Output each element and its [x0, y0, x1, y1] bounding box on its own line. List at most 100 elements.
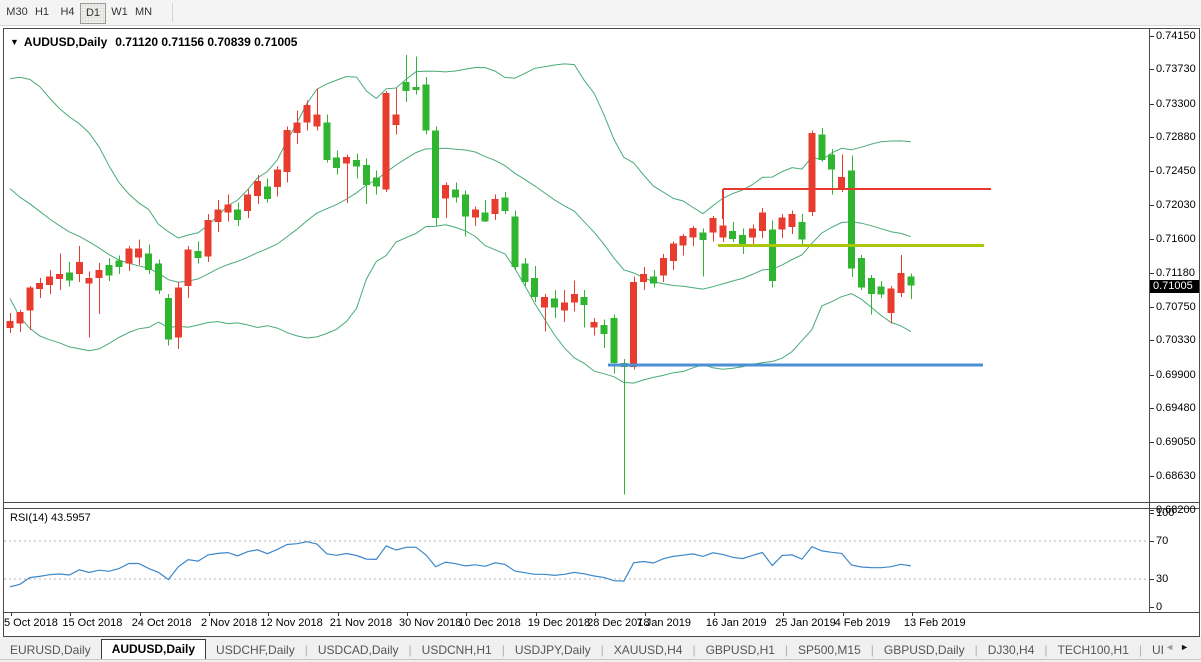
candle-body [135, 249, 142, 258]
candle-body [333, 158, 340, 168]
candle-body [214, 210, 221, 223]
tab-gbpusd-daily[interactable]: GBPUSD,Daily [874, 641, 975, 659]
price-axis-label: 0.73300 [1156, 98, 1196, 110]
candle-body [125, 249, 132, 264]
date-axis-tick [407, 613, 408, 616]
price-axis-label: 0.69480 [1156, 402, 1196, 414]
timeframe-button-w1[interactable]: W1 [110, 3, 129, 22]
candle-body [393, 115, 400, 125]
candle-body [907, 276, 914, 285]
rsi-name: RSI(14) [10, 512, 48, 524]
date-axis-tick [645, 613, 646, 616]
candle-body [640, 274, 647, 282]
candle-body [898, 273, 905, 293]
candle-body [610, 318, 617, 363]
candle-body [680, 236, 687, 246]
price-axis-label: 0.68630 [1156, 470, 1196, 482]
candle-body [818, 135, 825, 161]
candle-body [254, 181, 261, 196]
candle-body [482, 213, 489, 222]
tab-sp500-m15[interactable]: SP500,M15 [788, 641, 871, 659]
price-axis-tick [1150, 137, 1154, 138]
price-axis-tick [1150, 69, 1154, 70]
candle-body [650, 276, 657, 283]
candle-body [412, 87, 419, 90]
candle-body [799, 222, 806, 240]
tabs-scroll-left-icon[interactable]: ◄ [1165, 642, 1180, 652]
candle-body [46, 276, 53, 285]
candle-body [373, 178, 380, 187]
main-chart-canvas[interactable] [4, 29, 1148, 502]
date-axis-tick [536, 613, 537, 616]
price-axis-tick [1150, 375, 1154, 376]
rsi-canvas[interactable] [4, 508, 1148, 612]
rsi-axis-label: 70 [1156, 535, 1168, 547]
candle-body [66, 272, 73, 280]
timeframe-button-h4[interactable]: H4 [58, 3, 77, 22]
tab-audusd-daily[interactable]: AUDUSD,Daily [101, 639, 206, 659]
candle-body [56, 274, 63, 279]
candle-body [442, 185, 449, 199]
date-axis-tick [912, 613, 913, 616]
tab-xauusd-h4[interactable]: XAUUSD,H4 [604, 641, 693, 659]
tab-dj30-h4[interactable]: DJ30,H4 [978, 641, 1045, 659]
candle-body [789, 214, 796, 227]
candle-body [759, 213, 766, 231]
tab-tech100-h1[interactable]: TECH100,H1 [1048, 641, 1139, 659]
candle-body [660, 258, 667, 276]
candle-body [521, 264, 528, 282]
price-axis-label: 0.71180 [1156, 267, 1195, 279]
candle-body [422, 84, 429, 130]
date-axis-tick [466, 613, 467, 616]
candle-body [383, 93, 390, 189]
tab-gbpusd-h1[interactable]: GBPUSD,H1 [696, 641, 785, 659]
candle-body [878, 287, 885, 295]
candle-body [244, 194, 251, 211]
tab-scroll-buttons: ◄► [1165, 642, 1195, 652]
date-axis-tick [11, 613, 12, 616]
date-axis-label: 25 Jan 2019 [775, 617, 836, 629]
chart-title: ▼AUDUSD,Daily0.71120 0.71156 0.70839 0.7… [10, 35, 297, 49]
rsi-axis-tick [1150, 541, 1154, 542]
candle-body [115, 260, 122, 266]
pane-splitter-top[interactable] [4, 502, 1199, 503]
timeframe-button-mn[interactable]: MN [133, 3, 154, 22]
tab-usdchf-daily[interactable]: USDCHF,Daily [206, 641, 305, 659]
tab-usdjpy-daily[interactable]: USDJPY,Daily [505, 641, 601, 659]
rsi-indicator-label: RSI(14) 43.5957 [10, 512, 91, 524]
timeframe-button-m30[interactable]: M30 [5, 3, 29, 22]
timeframe-button-h1[interactable]: H1 [33, 3, 51, 22]
price-axis-label: 0.74150 [1156, 30, 1196, 42]
candle-body [26, 288, 33, 311]
tab-usdcnh-h1[interactable]: USDCNH,H1 [412, 641, 502, 659]
price-axis-tick [1150, 307, 1154, 308]
price-axis-label: 0.69900 [1156, 369, 1196, 381]
price-axis-tick [1150, 442, 1154, 443]
candle-body [353, 160, 360, 166]
date-axis-label: 21 Nov 2018 [330, 617, 392, 629]
rsi-pane-bottom-border [4, 612, 1199, 613]
candle-body [7, 321, 14, 328]
price-axis-tick [1150, 476, 1154, 477]
price-axis-label: 0.72450 [1156, 165, 1196, 177]
rsi-axis-label: 100 [1156, 507, 1174, 519]
rsi-value: 43.5957 [51, 512, 91, 524]
price-axis-tick [1150, 205, 1154, 206]
tabs-scroll-right-icon[interactable]: ► [1180, 642, 1195, 652]
price-axis-label: 0.70750 [1156, 301, 1196, 313]
rsi-axis-tick [1150, 579, 1154, 580]
candle-body [224, 205, 231, 213]
chart-dropdown-icon[interactable]: ▼ [10, 37, 19, 47]
tab-eurusd-daily[interactable]: EURUSD,Daily [0, 641, 101, 659]
date-axis-tick [783, 613, 784, 616]
price-axis-label: 0.70330 [1156, 334, 1196, 346]
price-axis-tick [1150, 171, 1154, 172]
tab-usdcad-daily[interactable]: USDCAD,Daily [308, 641, 409, 659]
timeframe-button-d1[interactable]: D1 [80, 3, 106, 24]
candle-body [581, 297, 588, 305]
price-axis-tick [1150, 510, 1154, 511]
candle-body [205, 220, 212, 257]
candle-body [145, 253, 152, 270]
candle-body [403, 82, 410, 91]
rsi-axis-tick [1150, 607, 1154, 608]
